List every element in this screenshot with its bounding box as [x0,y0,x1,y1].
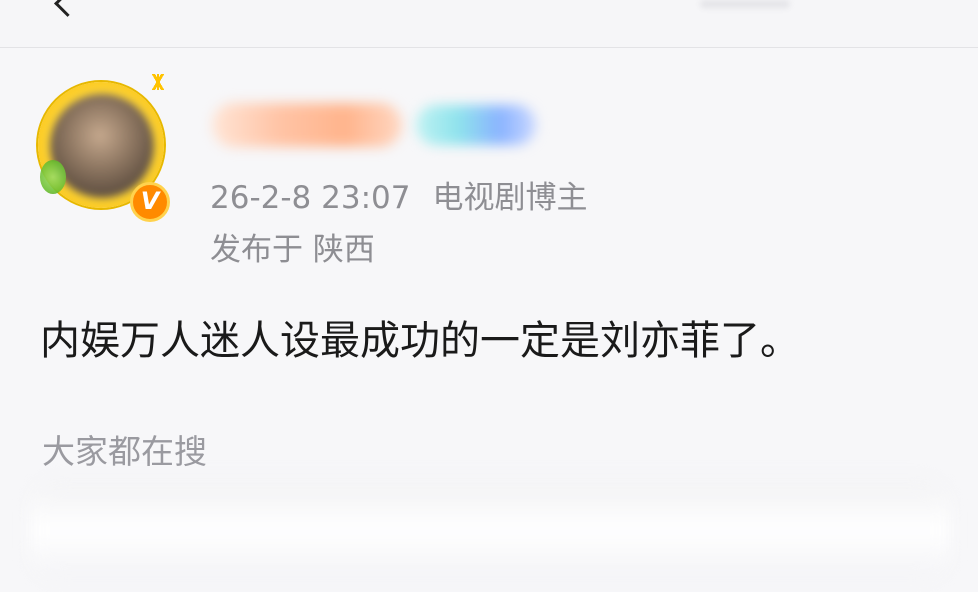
post-body-text: 内娱万人迷人设最成功的一定是刘亦菲了。 [40,318,800,364]
trending-search-title: 大家都在搜 [42,432,207,471]
top-bar-blurred-content [700,0,790,8]
username-blur [212,103,402,147]
verified-icon: V [130,182,170,222]
author-name-blurred[interactable] [212,97,536,153]
avatar-frame-decoration [40,160,66,194]
back-chevron-icon[interactable] [54,0,81,17]
user-badges-blur [416,105,536,145]
sparkle-icon [146,74,170,90]
avatar-photo-blurred [50,94,154,198]
post-meta-time-row: 26-2-8 23:07 电视剧博主 [210,172,587,217]
post-location: 发布于 陕西 [210,232,375,268]
top-navigation-bar [0,0,978,48]
post-time: 26-2-8 23:07 [210,180,411,216]
trending-search-list-blurred [30,480,950,580]
author-tag: 电视剧博主 [432,180,588,216]
author-avatar[interactable]: V [34,74,174,224]
